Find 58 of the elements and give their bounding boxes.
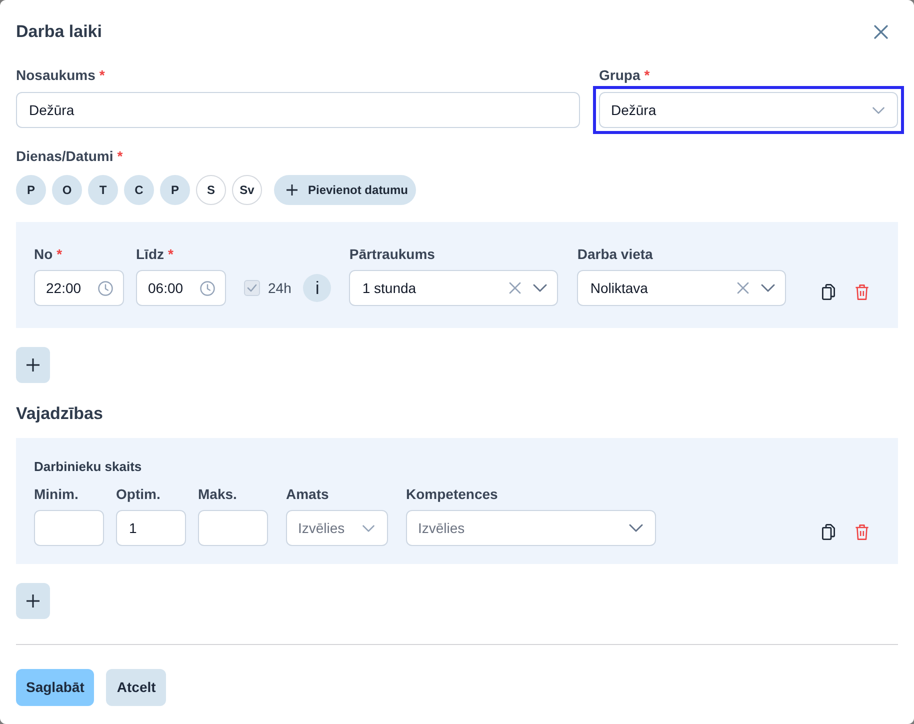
select-field[interactable]: Izvēlies (286, 510, 388, 546)
field-label: Minim. (34, 485, 80, 504)
text-input[interactable]: Dežūra (16, 92, 580, 128)
add-need-button[interactable] (16, 583, 50, 619)
check-icon (247, 284, 257, 292)
plus-icon (286, 184, 298, 196)
field-label: Amats (286, 485, 330, 504)
add-date-button[interactable]: Pievienot datumu (274, 175, 416, 205)
day-chip[interactable]: Sv (232, 175, 262, 205)
day-chip[interactable]: C (124, 175, 154, 205)
clock-icon (98, 280, 113, 296)
close-icon[interactable] (874, 25, 888, 39)
chevron-down-icon (872, 106, 885, 114)
field-label: Optim. (116, 485, 162, 504)
day-chip[interactable]: P (160, 175, 190, 205)
number-input[interactable] (34, 510, 104, 546)
dialog-title: Darba laiki (16, 21, 102, 43)
chevron-down-icon (761, 284, 776, 292)
day-chip[interactable]: S (196, 175, 226, 205)
time-field[interactable]: 06:00 (136, 270, 226, 306)
chevron-down-icon (362, 524, 375, 532)
field-label: Līdz * (136, 245, 174, 264)
clear-icon[interactable] (509, 282, 522, 294)
number-input[interactable] (198, 510, 268, 546)
field-label: Darba vieta (577, 245, 654, 264)
field-label: Grupa * (599, 66, 651, 85)
copy-icon[interactable] (822, 284, 835, 300)
chevron-down-icon (629, 524, 643, 532)
trash-icon[interactable] (855, 524, 869, 540)
cancel-button[interactable]: Atcelt (106, 669, 166, 706)
field-label: Nosaukums * (16, 66, 106, 85)
clear-icon[interactable] (737, 282, 750, 294)
checkbox-label: 24h (268, 278, 292, 298)
section-title: Vajadzības (16, 403, 104, 425)
select-field[interactable]: Izvēlies (406, 510, 656, 546)
clock-icon (200, 280, 215, 296)
select-field[interactable]: 1 stunda (349, 270, 558, 306)
add-shift-button[interactable] (16, 347, 50, 383)
field-label: Dienas/Datumi * (16, 147, 124, 166)
plus-icon (26, 358, 40, 372)
time-field[interactable]: 22:00 (34, 270, 124, 306)
select-field[interactable]: Noliktava (577, 270, 786, 306)
field-label: Maks. (198, 485, 238, 504)
select-field[interactable]: Dežūra (599, 92, 898, 128)
copy-icon[interactable] (822, 524, 835, 540)
day-chip[interactable]: O (52, 175, 82, 205)
field-label: Pārtraukums (349, 245, 436, 264)
chevron-down-icon (533, 284, 548, 292)
group-label: Darbinieku skaits (34, 458, 142, 476)
info-button[interactable]: i (303, 274, 332, 302)
save-button[interactable]: Saglabāt (16, 669, 94, 706)
plus-icon (26, 594, 40, 608)
trash-icon[interactable] (855, 284, 869, 300)
day-chip[interactable]: P (16, 175, 46, 205)
number-input[interactable]: 1 (116, 510, 186, 546)
field-label: Kompetences (406, 485, 499, 504)
field-label: No * (34, 245, 64, 264)
day-chip[interactable]: T (88, 175, 118, 205)
